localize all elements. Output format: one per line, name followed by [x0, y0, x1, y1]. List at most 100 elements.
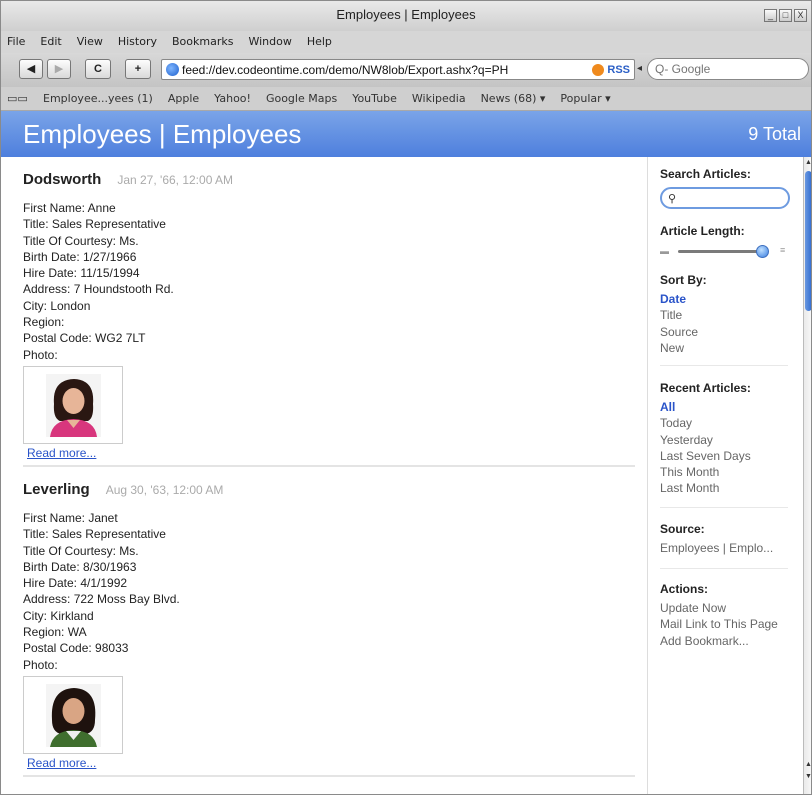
- url-dropdown-icon[interactable]: ◂: [637, 63, 642, 74]
- navigation-toolbar: ◀ ▶ C + feed://dev.codeontime.com/demo/N…: [1, 53, 811, 87]
- field-first-name: First Name: Anne: [23, 201, 116, 215]
- search-icon: ⚲: [668, 192, 677, 205]
- bookmark-wikipedia[interactable]: Wikipedia: [412, 92, 466, 105]
- field-birth-date: Birth Date: 8/30/1963: [23, 559, 137, 574]
- search-heading: Search Articles:: [660, 167, 751, 181]
- sidebar-divider: [660, 507, 788, 508]
- scroll-down-arrow[interactable]: ▼: [804, 773, 811, 780]
- article-divider: [23, 465, 635, 467]
- back-button[interactable]: ◀: [19, 59, 43, 79]
- scroll-up-arrow[interactable]: ▲: [804, 159, 811, 166]
- add-bookmark-button[interactable]: +: [125, 59, 151, 79]
- sort-section: Sort By: Date Title Source New: [660, 273, 795, 356]
- feed-icon: [166, 63, 179, 76]
- short-length-icon: ▬: [660, 246, 669, 256]
- search-input[interactable]: [655, 62, 785, 76]
- menu-window[interactable]: Window: [248, 31, 291, 53]
- field-title: Title: Sales Representative: [23, 217, 166, 232]
- forward-button[interactable]: ▶: [47, 59, 71, 79]
- feed-total-count: 9 Total: [748, 124, 801, 144]
- maximize-button[interactable]: □: [779, 9, 792, 22]
- field-hire-date: Hire Date: 4/1/1992: [23, 576, 128, 591]
- recent-this-month[interactable]: This Month: [660, 464, 795, 480]
- sort-title[interactable]: Title: [660, 307, 795, 323]
- field-title: Title: Sales Representative: [23, 527, 166, 542]
- menu-help[interactable]: Help: [307, 31, 332, 53]
- article-search-input[interactable]: ⚲: [660, 187, 790, 209]
- mail-link-link[interactable]: Mail Link to This Page: [660, 616, 795, 632]
- read-more-link[interactable]: Read more...: [27, 446, 96, 460]
- source-section: Source: Employees | Emplo...: [660, 522, 795, 556]
- field-city: City: Kirkland: [23, 608, 94, 623]
- sort-date[interactable]: Date: [660, 291, 795, 307]
- article-item: Dodsworth Jan 27, '66, 12:00 AM First Na…: [23, 171, 635, 460]
- field-postal-code: Postal Code: 98033: [23, 641, 129, 656]
- sort-heading: Sort By:: [660, 273, 707, 287]
- reload-button[interactable]: C: [85, 59, 111, 79]
- feed-title: Employees | Employees: [23, 119, 302, 149]
- bookmark-yahoo[interactable]: Yahoo!: [214, 92, 251, 105]
- article-title[interactable]: Dodsworth: [23, 171, 101, 188]
- article-list: Dodsworth Jan 27, '66, 12:00 AM First Na…: [1, 157, 647, 794]
- source-heading: Source:: [660, 522, 705, 536]
- menu-bar: File Edit View History Bookmarks Window …: [1, 31, 811, 53]
- employee-photo: [23, 675, 123, 754]
- sort-source[interactable]: Source: [660, 324, 795, 340]
- field-city: City: London: [23, 298, 91, 313]
- recent-today[interactable]: Today: [660, 415, 795, 431]
- update-now-link[interactable]: Update Now: [660, 600, 795, 616]
- bookmark-google-maps[interactable]: Google Maps: [266, 92, 337, 105]
- window-controls: _ □ X: [764, 9, 807, 22]
- add-bookmark-link[interactable]: Add Bookmark...: [660, 633, 795, 649]
- bookmark-popular[interactable]: Popular ▾: [560, 92, 610, 105]
- bookmark-youtube[interactable]: YouTube: [352, 92, 397, 105]
- bookmark-apple[interactable]: Apple: [168, 92, 199, 105]
- menu-bookmarks[interactable]: Bookmarks: [172, 31, 233, 53]
- field-region: Region:: [23, 315, 65, 330]
- slider-knob[interactable]: [756, 245, 769, 258]
- field-birth-date: Birth Date: 1/27/1966: [23, 249, 137, 264]
- length-section: Article Length: ▬ ≡: [660, 224, 795, 259]
- long-length-icon: ≡: [780, 245, 786, 255]
- bookmark-news[interactable]: News (68) ▾: [481, 92, 546, 105]
- search-section: Search Articles: ⚲: [660, 167, 795, 209]
- rss-icon[interactable]: [592, 63, 605, 76]
- bookmarks-bar: ▭▭ Employee...yees (1) Apple Yahoo! Goog…: [1, 87, 811, 111]
- address-bar[interactable]: feed://dev.codeontime.com/demo/NW8lob/Ex…: [161, 59, 635, 80]
- sort-new[interactable]: New: [660, 340, 795, 356]
- scroll-thumb[interactable]: [805, 171, 811, 311]
- field-postal-code: Postal Code: WG2 7LT: [23, 331, 146, 346]
- article-item: Leverling Aug 30, '63, 12:00 AM First Na…: [23, 481, 635, 770]
- read-more-link[interactable]: Read more...: [27, 756, 96, 770]
- menu-view[interactable]: View: [77, 31, 103, 53]
- field-region: Region: WA: [23, 625, 87, 640]
- minimize-button[interactable]: _: [764, 9, 777, 22]
- article-fields: First Name: Anne Title: Sales Representa…: [23, 200, 635, 363]
- rss-label[interactable]: RSS: [607, 64, 630, 76]
- search-field[interactable]: [647, 58, 809, 80]
- bookmark-employees[interactable]: Employee...yees (1): [43, 92, 153, 105]
- vertical-scrollbar[interactable]: ▲ ▲ ▼: [803, 157, 811, 794]
- book-icon[interactable]: ▭▭: [7, 92, 28, 105]
- scroll-up-arrow[interactable]: ▲: [804, 761, 811, 768]
- recent-last-month[interactable]: Last Month: [660, 480, 795, 496]
- field-photo: Photo:: [23, 657, 58, 672]
- field-first-name: First Name: Janet: [23, 511, 118, 525]
- field-address: Address: 722 Moss Bay Blvd.: [23, 592, 180, 607]
- article-fields: First Name: Janet Title: Sales Represent…: [23, 510, 635, 673]
- article-title[interactable]: Leverling: [23, 481, 90, 498]
- browser-window: Employees | Employees _ □ X File Edit Vi…: [0, 0, 812, 795]
- recent-last-seven-days[interactable]: Last Seven Days: [660, 448, 795, 464]
- recent-yesterday[interactable]: Yesterday: [660, 432, 795, 448]
- menu-history[interactable]: History: [118, 31, 157, 53]
- source-link[interactable]: Employees | Emplo...: [660, 540, 795, 556]
- close-button[interactable]: X: [794, 9, 807, 22]
- menu-file[interactable]: File: [7, 31, 25, 53]
- menu-edit[interactable]: Edit: [40, 31, 61, 53]
- sidebar-divider: [660, 365, 788, 366]
- article-length-slider[interactable]: ▬ ≡: [660, 243, 795, 259]
- recent-all[interactable]: All: [660, 399, 795, 415]
- url-text[interactable]: feed://dev.codeontime.com/demo/NW8lob/Ex…: [182, 63, 589, 77]
- feed-header: Employees | Employees 9 Total: [1, 111, 811, 157]
- article-divider: [23, 775, 635, 777]
